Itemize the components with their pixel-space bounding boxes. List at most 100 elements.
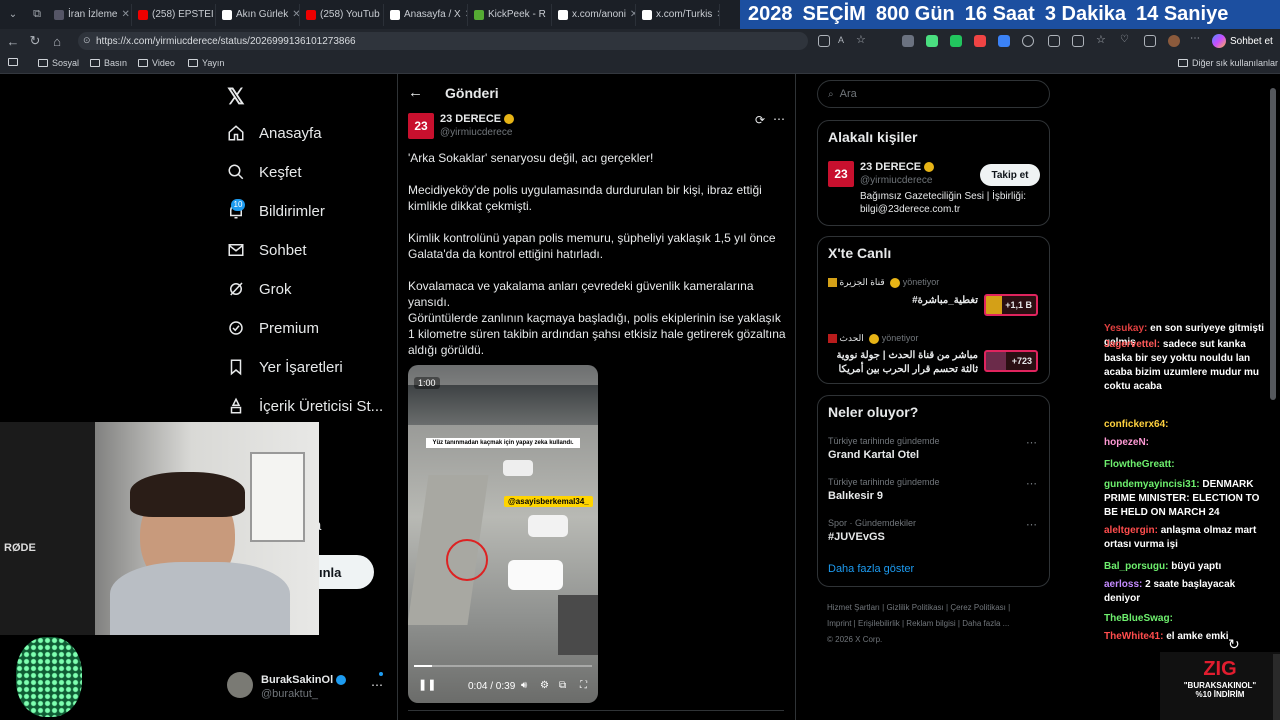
search-box[interactable]: ⌕ Ara bbox=[817, 80, 1050, 108]
bookmark-layout-icon[interactable] bbox=[8, 58, 18, 66]
live-space-title[interactable]: مباشر من قناة الحدث | جولة نووية ثالثة ت… bbox=[828, 349, 978, 377]
footer-link[interactable]: Daha fazla ... bbox=[962, 619, 1009, 628]
trend-more-icon[interactable]: ⋯ bbox=[1026, 477, 1037, 490]
video-settings-icon[interactable]: ⚙ bbox=[540, 680, 549, 691]
x-logo-icon[interactable]: 𝕏 bbox=[227, 84, 245, 110]
trend-more-icon[interactable]: ⋯ bbox=[1026, 436, 1037, 449]
trend-name[interactable]: Grand Kartal Otel bbox=[828, 449, 919, 461]
browser-tab[interactable]: KickPeek - R✕ bbox=[468, 3, 552, 26]
workspaces-icon[interactable]: ⧉ bbox=[26, 8, 48, 21]
chat-username[interactable]: Jagervettel: bbox=[1104, 339, 1160, 350]
chat-username[interactable]: TheBlueSwag: bbox=[1104, 613, 1173, 624]
chat-username[interactable]: FlowtheGreatt: bbox=[1104, 459, 1175, 470]
footer-link[interactable]: Hizmet Şartları bbox=[827, 603, 880, 612]
extension-icon-2[interactable] bbox=[926, 35, 938, 47]
trend-name[interactable]: #JUVEvGS bbox=[828, 531, 885, 543]
grok-explain-icon[interactable]: ⟳ bbox=[755, 113, 765, 127]
settings-more-icon[interactable]: ⋯ bbox=[1190, 33, 1202, 45]
split-screen-icon[interactable] bbox=[1048, 35, 1060, 47]
browser-tab[interactable]: Akın Gürlek ✕ bbox=[216, 3, 300, 26]
browser-tab[interactable]: (258) EPSTEI✕ bbox=[132, 3, 216, 26]
chat-username[interactable]: Yesukay: bbox=[1104, 323, 1147, 334]
nav-grok[interactable]: Grok bbox=[227, 280, 292, 298]
nav-explore[interactable]: Keşfet bbox=[227, 163, 302, 181]
browser-essentials-icon[interactable]: ♡ bbox=[1120, 34, 1132, 46]
extension-icon-3[interactable] bbox=[950, 35, 962, 47]
post-button[interactable]: ınla bbox=[319, 555, 374, 589]
close-tab-icon[interactable]: ✕ bbox=[292, 9, 299, 20]
footer-link[interactable]: Reklam bilgisi bbox=[906, 619, 955, 628]
show-more-link[interactable]: Daha fazla göster bbox=[828, 563, 914, 575]
footer-link[interactable]: Çerez Politikası bbox=[950, 603, 1006, 612]
volume-icon[interactable]: 🔊︎ bbox=[521, 680, 527, 691]
footer-link[interactable]: Gizlilik Politikası bbox=[886, 603, 943, 612]
chat-username[interactable]: aerloss: bbox=[1104, 579, 1142, 590]
follow-button[interactable]: Takip et bbox=[980, 164, 1040, 186]
browser-tab[interactable]: Anasayfa / X✕ bbox=[384, 3, 468, 26]
author-avatar[interactable]: 23 bbox=[408, 113, 434, 139]
nav-creator-studio[interactable]: İçerik Üreticisi St... bbox=[227, 397, 383, 415]
chat-username[interactable]: hopezeN: bbox=[1104, 437, 1149, 448]
nav-home[interactable]: Anasayfa bbox=[227, 124, 322, 142]
live-listeners[interactable]: +1,1 B bbox=[984, 294, 1038, 316]
trend-name[interactable]: Balıkesir 9 bbox=[828, 490, 883, 502]
relevant-avatar[interactable]: 23 bbox=[828, 161, 854, 187]
browser-tab[interactable]: İran İzleme ✕ bbox=[48, 3, 132, 26]
live-host[interactable]: قناة الجزيرة yönetiyor bbox=[828, 277, 939, 288]
extensions-puzzle-icon[interactable] bbox=[1022, 35, 1034, 47]
post-video[interactable]: 1:00 Yüz tanınmadan kaçmak için yapay ze… bbox=[408, 365, 598, 703]
nav-messages[interactable]: Sohbet bbox=[227, 241, 307, 259]
live-space-title[interactable]: تغطية_مباشرة# bbox=[828, 295, 978, 306]
profile-avatar[interactable] bbox=[1168, 35, 1180, 47]
author-name[interactable]: 23 DERECE bbox=[440, 113, 515, 125]
live-listeners[interactable]: +723 bbox=[984, 350, 1038, 372]
bookmark-folder[interactable]: Sosyal bbox=[38, 58, 79, 68]
relevant-name[interactable]: 23 DERECE bbox=[860, 161, 935, 173]
bookmark-folder[interactable]: Video bbox=[138, 58, 175, 68]
video-progress-track[interactable] bbox=[414, 665, 592, 667]
refresh-icon[interactable]: ↻ bbox=[24, 33, 46, 49]
nav-bookmarks[interactable]: Yer İşaretleri bbox=[227, 358, 343, 376]
close-tab-icon[interactable]: ✕ bbox=[716, 9, 719, 20]
read-aloud-icon[interactable]: A bbox=[838, 35, 850, 47]
tab-actions-icon[interactable]: ⌄ bbox=[0, 0, 26, 29]
browser-tab[interactable]: (258) YouTub✕ bbox=[300, 3, 384, 26]
favorites-icon[interactable]: ☆ bbox=[1096, 33, 1108, 46]
nav-premium[interactable]: Premium bbox=[227, 319, 319, 337]
post-more-icon[interactable]: ⋯ bbox=[773, 112, 785, 126]
site-info-icon[interactable]: ⊙ bbox=[83, 35, 91, 46]
extension-icon-1[interactable] bbox=[902, 35, 914, 47]
footer-link[interactable]: Imprint bbox=[827, 619, 851, 628]
favorite-star-icon[interactable]: ☆ bbox=[856, 33, 868, 46]
chat-username[interactable]: confickerx64: bbox=[1104, 419, 1168, 430]
bookmark-folder[interactable]: Yayın bbox=[188, 58, 224, 68]
footer-link[interactable]: Erişilebilirlik bbox=[858, 619, 900, 628]
pause-icon[interactable]: ❚❚ bbox=[418, 678, 436, 691]
url-field[interactable]: ⊙ https://x.com/yirmiucderece/status/202… bbox=[78, 32, 808, 50]
chat-username[interactable]: gundemyayincisi31: bbox=[1104, 479, 1200, 490]
back-arrow-icon[interactable]: ← bbox=[408, 84, 423, 101]
chat-username[interactable]: Bal_porsugu: bbox=[1104, 561, 1168, 572]
fullscreen-icon[interactable]: ⛶ bbox=[580, 680, 587, 691]
extension-icon-4[interactable] bbox=[974, 35, 986, 47]
trend-more-icon[interactable]: ⋯ bbox=[1026, 518, 1037, 531]
browser-tab[interactable]: x.com/Turkis✕ bbox=[636, 3, 720, 26]
user-avatar[interactable] bbox=[227, 672, 253, 698]
downloads-icon[interactable] bbox=[1144, 35, 1156, 47]
collections-icon[interactable] bbox=[1072, 35, 1084, 47]
picture-in-picture-icon[interactable]: ⧉ bbox=[559, 680, 566, 691]
home-icon[interactable]: ⌂ bbox=[46, 34, 68, 49]
browser-tab[interactable]: x.com/anoni✕ bbox=[552, 3, 636, 26]
user-name[interactable]: BurakSakinOl bbox=[261, 674, 347, 686]
copilot-chat-button[interactable]: Sohbet et bbox=[1212, 32, 1273, 50]
app-grid-icon[interactable] bbox=[818, 35, 830, 47]
live-host[interactable]: الحدث yönetiyor bbox=[828, 333, 918, 344]
bookmark-folder[interactable]: Basın bbox=[90, 58, 127, 68]
chat-username[interactable]: TheWhite41: bbox=[1104, 631, 1163, 642]
chat-username[interactable]: aleltgergin: bbox=[1104, 525, 1158, 536]
back-icon[interactable]: ← bbox=[2, 34, 24, 49]
account-menu-icon[interactable]: ⋯ bbox=[371, 678, 383, 692]
translate-icon[interactable] bbox=[998, 35, 1010, 47]
other-bookmarks[interactable]: Diğer sık kullanılanlar bbox=[1178, 58, 1278, 68]
close-tab-icon[interactable]: ✕ bbox=[121, 9, 129, 20]
